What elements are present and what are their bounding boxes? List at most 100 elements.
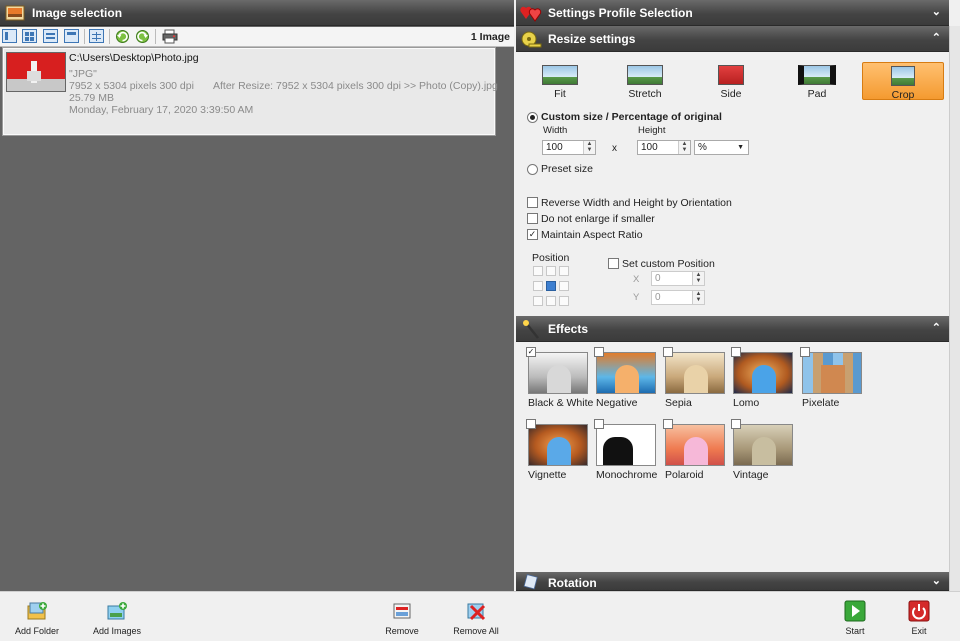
remove-button[interactable]: Remove bbox=[382, 600, 422, 636]
chevron-down-icon[interactable]: ⌄ bbox=[932, 574, 941, 587]
position-cell[interactable] bbox=[546, 266, 556, 276]
height-stepper[interactable]: ▲ ▼ bbox=[678, 141, 690, 154]
effect-sepia[interactable]: Sepia bbox=[663, 347, 729, 409]
preset-size-radio[interactable] bbox=[527, 164, 538, 175]
effect-monochrome[interactable]: Monochrome bbox=[594, 419, 660, 481]
play-icon bbox=[844, 600, 866, 622]
view-list-icon[interactable] bbox=[2, 29, 17, 43]
image-stack-icon bbox=[5, 5, 25, 21]
x-label: X bbox=[633, 274, 640, 285]
rotate-left-icon[interactable] bbox=[115, 29, 130, 44]
effect-polaroid[interactable]: Polaroid bbox=[663, 419, 729, 481]
position-cell[interactable] bbox=[533, 296, 543, 306]
unit-select[interactable]: % ▼ bbox=[694, 140, 749, 155]
add-images-icon bbox=[106, 600, 128, 622]
reverse-orientation-label: Reverse Width and Height by Orientation bbox=[541, 197, 732, 209]
toolbar-separator bbox=[155, 29, 156, 44]
height-input[interactable]: 100 ▲ ▼ bbox=[637, 140, 691, 155]
add-images-button[interactable]: Add Images bbox=[92, 600, 142, 636]
effect-checkbox[interactable] bbox=[800, 347, 810, 357]
resize-mode-stretch[interactable]: Stretch bbox=[604, 62, 686, 100]
resize-mode-crop[interactable]: Crop bbox=[862, 62, 944, 101]
effect-checkbox[interactable] bbox=[526, 419, 536, 429]
effect-vignette[interactable]: Vignette bbox=[526, 419, 592, 481]
fit-icon bbox=[542, 65, 578, 85]
view-grid-icon[interactable] bbox=[89, 29, 104, 43]
image-format: "JPG" bbox=[69, 68, 97, 80]
profile-hearts-icon bbox=[520, 6, 542, 22]
effect-pixelate[interactable]: Pixelate bbox=[800, 347, 866, 409]
exit-button[interactable]: Exit bbox=[902, 600, 936, 636]
effect-black-white[interactable]: ✓ Black & White bbox=[526, 347, 593, 409]
chevron-up-icon[interactable]: ⌃ bbox=[932, 321, 941, 334]
add-folder-button[interactable]: Add Folder bbox=[14, 600, 60, 636]
view-large-icon[interactable] bbox=[64, 29, 79, 43]
y-label: Y bbox=[633, 292, 640, 303]
effect-checkbox[interactable] bbox=[731, 419, 741, 429]
effects-header[interactable]: Effects ⌃ bbox=[516, 316, 949, 342]
x-stepper[interactable]: ▲ ▼ bbox=[692, 272, 704, 285]
rotate-right-icon[interactable] bbox=[135, 29, 150, 44]
chevron-down-icon[interactable]: ⌄ bbox=[932, 5, 941, 18]
image-list-toolbar: 1 Image bbox=[0, 27, 514, 47]
start-button[interactable]: Start bbox=[838, 600, 872, 636]
resize-mode-side[interactable]: Side bbox=[690, 62, 772, 100]
add-folder-icon bbox=[26, 600, 48, 622]
toolbar-separator bbox=[84, 29, 85, 44]
remove-all-button[interactable]: Remove All bbox=[452, 600, 500, 636]
position-cell[interactable] bbox=[559, 266, 569, 276]
image-selection-header: Image selection bbox=[0, 0, 514, 26]
width-input[interactable]: 100 ▲ ▼ bbox=[542, 140, 596, 155]
view-details-icon[interactable] bbox=[43, 29, 58, 43]
position-cell-selected[interactable] bbox=[546, 281, 556, 291]
maintain-aspect-checkbox[interactable]: ✓ bbox=[527, 229, 538, 240]
position-cell[interactable] bbox=[533, 266, 543, 276]
crop-icon bbox=[891, 66, 915, 86]
chevron-up-icon[interactable]: ⌃ bbox=[932, 31, 941, 44]
pad-icon bbox=[798, 65, 836, 85]
effect-lomo[interactable]: Lomo bbox=[731, 347, 797, 409]
do-not-enlarge-checkbox[interactable] bbox=[527, 213, 538, 224]
image-file-size: 25.79 MB bbox=[69, 92, 114, 104]
position-cell[interactable] bbox=[533, 281, 543, 291]
maintain-aspect-label: Maintain Aspect Ratio bbox=[541, 229, 643, 241]
effect-checkbox[interactable] bbox=[663, 347, 673, 357]
custom-size-radio[interactable] bbox=[527, 112, 538, 123]
image-dimensions: 7952 x 5304 pixels 300 dpi bbox=[69, 80, 194, 92]
rotation-title: Rotation bbox=[548, 576, 597, 590]
effect-checkbox[interactable] bbox=[663, 419, 673, 429]
settings-profile-header[interactable]: Settings Profile Selection ⌄ bbox=[516, 0, 949, 26]
resize-mode-fit[interactable]: Fit bbox=[519, 62, 601, 100]
effect-checkbox[interactable] bbox=[731, 347, 741, 357]
printer-icon[interactable] bbox=[162, 29, 178, 44]
custom-position-checkbox[interactable] bbox=[608, 258, 619, 269]
x-input[interactable]: 0 ▲ ▼ bbox=[651, 271, 705, 286]
position-cell[interactable] bbox=[559, 281, 569, 291]
y-input[interactable]: 0 ▲ ▼ bbox=[651, 290, 705, 305]
position-cell[interactable] bbox=[546, 296, 556, 306]
image-path: C:\Users\Desktop\Photo.jpg bbox=[69, 52, 199, 64]
image-count: 1 Image bbox=[470, 31, 510, 43]
effect-checkbox[interactable]: ✓ bbox=[526, 347, 536, 357]
effects-title: Effects bbox=[548, 322, 589, 336]
bottom-toolbar: Add Folder Add Images Remove Remove All … bbox=[0, 591, 960, 641]
reverse-orientation-checkbox[interactable] bbox=[527, 197, 538, 208]
stretch-icon bbox=[627, 65, 663, 85]
effect-vintage[interactable]: Vintage bbox=[731, 419, 797, 481]
resize-settings-header[interactable]: Resize settings ⌃ bbox=[516, 26, 949, 52]
resize-mode-pad[interactable]: Pad bbox=[776, 62, 858, 100]
image-list-item[interactable]: C:\Users\Desktop\Photo.jpg "JPG" 7952 x … bbox=[2, 47, 498, 136]
view-thumbnails-icon[interactable] bbox=[22, 29, 37, 43]
y-stepper[interactable]: ▲ ▼ bbox=[692, 291, 704, 304]
rotation-header[interactable]: Rotation ⌄ bbox=[516, 572, 949, 591]
effect-checkbox[interactable] bbox=[594, 347, 604, 357]
width-label: Width bbox=[543, 125, 568, 136]
position-label: Position bbox=[532, 252, 570, 264]
width-stepper[interactable]: ▲ ▼ bbox=[583, 141, 595, 154]
effect-negative[interactable]: Negative bbox=[594, 347, 660, 409]
settings-scrollbar[interactable] bbox=[949, 26, 960, 591]
effect-checkbox[interactable] bbox=[594, 419, 604, 429]
times-label: x bbox=[612, 143, 617, 154]
position-cell[interactable] bbox=[559, 296, 569, 306]
chevron-down-icon: ▼ bbox=[737, 144, 744, 151]
